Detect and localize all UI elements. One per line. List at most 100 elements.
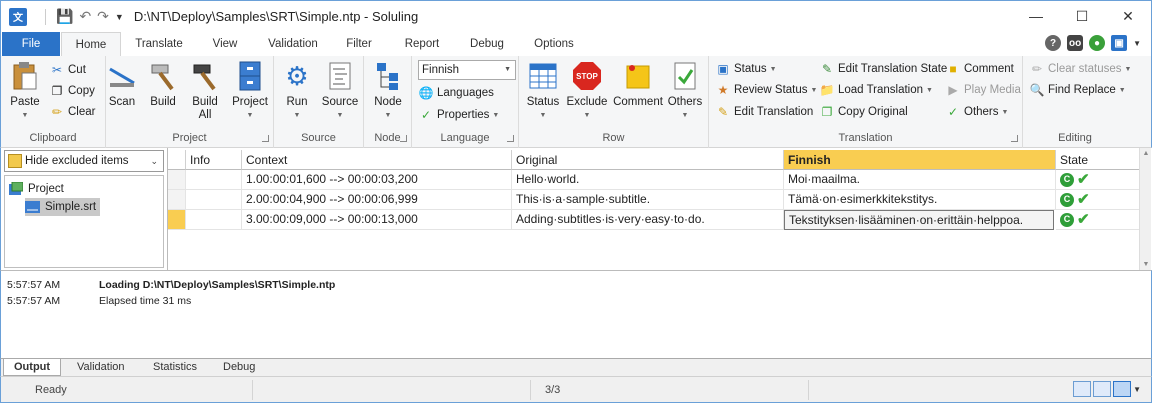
cell-finnish[interactable]: Moi·maailma. bbox=[784, 170, 1056, 190]
tab-validation[interactable]: Validation bbox=[259, 32, 327, 56]
edit-translation-state-button[interactable]: ✎ Edit Translation State bbox=[819, 59, 947, 79]
scroll-down-icon[interactable]: ▼ bbox=[1141, 261, 1151, 268]
column-header-original[interactable]: Original bbox=[512, 150, 784, 170]
tab-home[interactable]: Home bbox=[61, 32, 121, 56]
tab-output-validation[interactable]: Validation bbox=[67, 359, 135, 376]
undo-icon[interactable]: ↶ bbox=[79, 8, 91, 25]
paste-button[interactable]: Paste ▼ bbox=[5, 60, 45, 122]
dialog-launcher-icon[interactable] bbox=[262, 135, 269, 142]
review-status-button[interactable]: ★ Review Status ▼ bbox=[715, 80, 818, 100]
build-all-button[interactable]: Build All bbox=[188, 60, 222, 122]
column-header-finnish[interactable]: Finnish bbox=[784, 150, 1056, 170]
properties-button[interactable]: ✓ Properties ▼ bbox=[418, 105, 499, 125]
cut-button[interactable]: ✂ Cut bbox=[49, 60, 86, 80]
redo-icon[interactable]: ↷ bbox=[97, 8, 109, 25]
row-comment-button[interactable]: Comment bbox=[613, 60, 663, 109]
translation-others-button[interactable]: ✓ Others ▼ bbox=[945, 102, 1008, 122]
minimize-icon[interactable]: — bbox=[1013, 1, 1059, 31]
row-status-button[interactable]: Status ▼ bbox=[523, 60, 563, 122]
binoculars-icon[interactable]: oo bbox=[1067, 35, 1084, 51]
cell-original[interactable]: Hello·world. bbox=[512, 170, 784, 190]
play-media-button[interactable]: ▶ Play Media bbox=[945, 80, 1021, 100]
translation-status-button[interactable]: ▣ Status ▼ bbox=[715, 59, 776, 79]
form-view-icon[interactable] bbox=[1093, 381, 1112, 397]
find-replace-button[interactable]: 🔍 Find Replace ▼ bbox=[1029, 80, 1126, 100]
cell-info[interactable] bbox=[186, 170, 242, 190]
build-button[interactable]: Build bbox=[146, 60, 180, 109]
close-icon[interactable]: ✕ bbox=[1105, 1, 1151, 31]
tab-translate[interactable]: Translate bbox=[126, 32, 192, 56]
chevron-down-icon[interactable]: ▼ bbox=[1133, 35, 1141, 51]
cell-finnish-editing[interactable]: Tekstityksen·lisääminen·on·erittäin·help… bbox=[784, 210, 1054, 230]
column-header-info[interactable]: Info bbox=[186, 150, 242, 170]
edit-translation-button[interactable]: ✎ Edit Translation bbox=[715, 102, 813, 122]
load-translation-button[interactable]: 📁 Load Translation ▼ bbox=[819, 80, 933, 100]
cell-info[interactable] bbox=[186, 190, 242, 210]
dialog-launcher-icon[interactable] bbox=[400, 135, 407, 142]
clear-button[interactable]: ✏ Clear bbox=[49, 102, 96, 122]
clear-statuses-button[interactable]: ✏ Clear statuses ▼ bbox=[1029, 59, 1131, 79]
cell-finnish[interactable]: Tämä·on·esimerkkitekstitys. bbox=[784, 190, 1056, 210]
customize-toolbar-icon[interactable]: ▼ bbox=[115, 12, 124, 22]
node-button[interactable]: Node ▼ bbox=[368, 60, 408, 122]
cell-info[interactable] bbox=[186, 210, 242, 230]
paste-icon bbox=[9, 60, 41, 92]
languages-button[interactable]: 🌐 Languages bbox=[418, 83, 494, 103]
separator bbox=[45, 8, 46, 25]
row-indicator-selected[interactable] bbox=[168, 210, 186, 230]
cabinet-icon bbox=[234, 60, 266, 92]
scan-button[interactable]: Scan bbox=[106, 60, 138, 109]
tab-output-statistics[interactable]: Statistics bbox=[143, 359, 207, 376]
cell-original[interactable]: Adding·subtitles·is·very·easy·to·do. bbox=[512, 210, 784, 230]
grid-scrollbar[interactable]: ▲ ▼ bbox=[1139, 148, 1151, 270]
copy-button[interactable]: ❐ Copy bbox=[49, 81, 95, 101]
grid-view-icon[interactable] bbox=[1073, 381, 1092, 397]
subtitle-file-icon bbox=[25, 200, 41, 214]
dialog-launcher-icon[interactable] bbox=[507, 135, 514, 142]
cell-context[interactable]: 3.00:00:09,000 --> 00:00:13,000 bbox=[242, 210, 512, 230]
status-cell bbox=[253, 380, 531, 400]
filter-select[interactable]: Hide excluded items ⌄ bbox=[4, 150, 164, 172]
tab-report[interactable]: Report bbox=[393, 32, 451, 56]
project-button[interactable]: Project ▼ bbox=[230, 60, 270, 122]
scroll-up-icon[interactable]: ▲ bbox=[1141, 150, 1151, 157]
help-icon[interactable]: ? bbox=[1045, 35, 1062, 51]
tab-debug[interactable]: Debug bbox=[463, 32, 511, 56]
copy-original-button[interactable]: ❐ Copy Original bbox=[819, 102, 908, 122]
tab-view[interactable]: View bbox=[199, 32, 251, 56]
tree-item-simple-srt[interactable]: Simple.srt bbox=[25, 198, 101, 216]
cell-state[interactable]: C ✔ bbox=[1056, 190, 1140, 210]
quick-access-toolbar: 💾 ↶ ↷ ▼ bbox=[41, 8, 124, 25]
exclude-button[interactable]: STOP Exclude ▼ bbox=[565, 60, 609, 122]
split-view-icon[interactable] bbox=[1113, 381, 1132, 397]
cell-context[interactable]: 1.00:00:01,600 --> 00:00:03,200 bbox=[242, 170, 512, 190]
column-header-state[interactable]: State bbox=[1056, 150, 1140, 170]
cell-context[interactable]: 2.00:00:04,900 --> 00:00:06,999 bbox=[242, 190, 512, 210]
language-select[interactable]: Finnish ▼ bbox=[418, 60, 516, 80]
row-indicator[interactable] bbox=[168, 170, 186, 190]
chevron-down-icon[interactable]: ▼ bbox=[1133, 385, 1141, 394]
tab-file[interactable]: File bbox=[2, 32, 60, 56]
cell-original[interactable]: This·is·a·sample·subtitle. bbox=[512, 190, 784, 210]
source-button[interactable]: Source ▼ bbox=[320, 60, 360, 122]
translation-comment-button[interactable]: ■ Comment bbox=[945, 59, 1013, 79]
cell-state[interactable]: C ✔ bbox=[1056, 170, 1140, 190]
sticky-note-icon: ■ bbox=[949, 62, 957, 76]
tree-item-project[interactable]: Project bbox=[8, 180, 64, 198]
tab-output[interactable]: Output bbox=[3, 359, 62, 376]
window-controls: — ☐ ✕ bbox=[1013, 1, 1151, 31]
run-button[interactable]: ⚙ Run ▼ bbox=[278, 60, 316, 122]
gears-icon: ⚙ bbox=[285, 60, 309, 91]
row-others-button[interactable]: Others ▼ bbox=[665, 60, 705, 122]
row-indicator[interactable] bbox=[168, 190, 186, 210]
tab-filter[interactable]: Filter bbox=[335, 32, 383, 56]
cell-state[interactable]: C ✔ bbox=[1056, 210, 1140, 230]
location-icon[interactable]: ● bbox=[1089, 35, 1106, 51]
tab-options[interactable]: Options bbox=[525, 32, 583, 56]
dialog-launcher-icon[interactable] bbox=[1011, 135, 1018, 142]
maximize-icon[interactable]: ☐ bbox=[1059, 1, 1105, 31]
save-icon[interactable]: 💾 bbox=[56, 8, 73, 25]
column-header-context[interactable]: Context bbox=[242, 150, 512, 170]
monitor-icon[interactable]: ▣ bbox=[1111, 35, 1128, 51]
tab-output-debug[interactable]: Debug bbox=[213, 359, 265, 376]
